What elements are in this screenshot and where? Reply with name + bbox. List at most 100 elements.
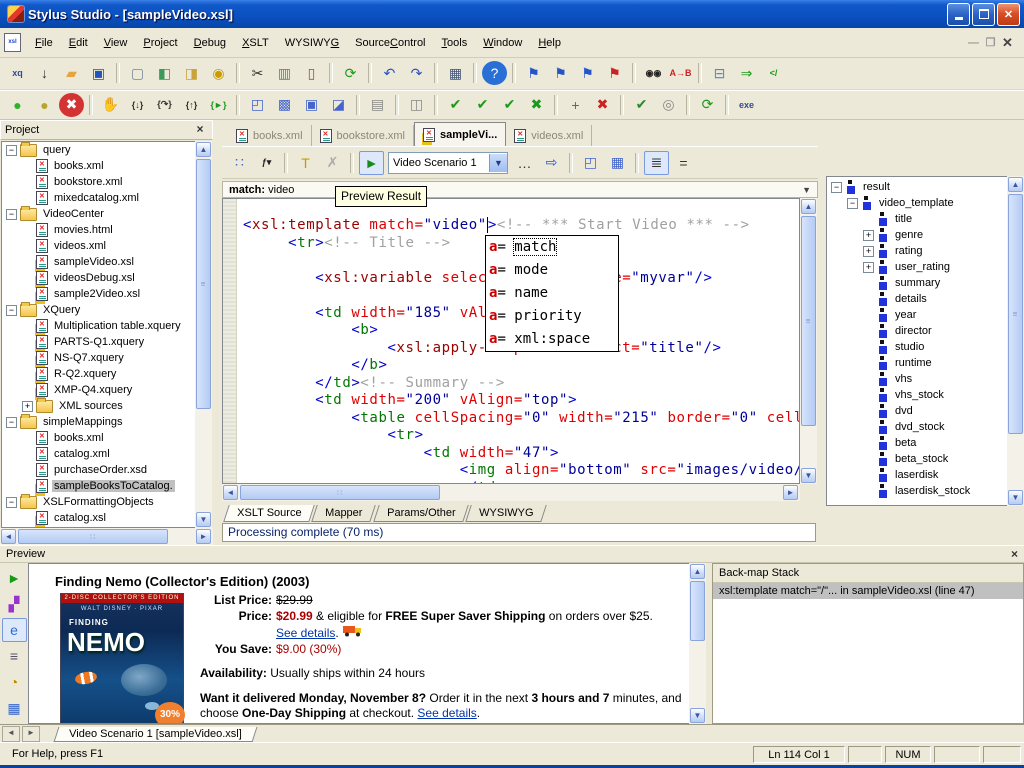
text-preview-icon[interactable]: ≡	[2, 644, 27, 668]
copy-icon[interactable]: ▥	[272, 61, 297, 85]
tree-row[interactable]: vhs	[827, 371, 1007, 387]
tree-row[interactable]: Multiplication table.xquery	[2, 318, 195, 334]
tree-row[interactable]: dvd	[827, 403, 1007, 419]
tree-row[interactable]: NS-Q7.xquery	[2, 350, 195, 366]
collapse-icon[interactable]: −	[6, 145, 17, 156]
tree-item-label[interactable]: XQuery	[41, 304, 82, 316]
tree-row[interactable]: studio	[827, 339, 1007, 355]
mapper-icon[interactable]: ▞	[2, 592, 27, 616]
see-details-link[interactable]: See details	[276, 626, 335, 640]
tree-item-label[interactable]: NS-Q7.xquery	[52, 352, 126, 364]
equal-lines-icon[interactable]: =	[671, 151, 696, 175]
editor-tab-books-xml[interactable]: books.xml	[228, 125, 312, 146]
tree-item-label[interactable]: laserdisk_stock	[893, 485, 972, 497]
browse-scenario-button[interactable]: …	[512, 151, 537, 175]
tree-item-label[interactable]: dvd_stock	[893, 421, 947, 433]
tree-item-label[interactable]: rating	[893, 245, 925, 257]
refresh-icon[interactable]: ⟳	[338, 61, 363, 85]
tree-item-label[interactable]: bookstore.xml	[52, 176, 124, 188]
tree-row[interactable]: −video_template	[827, 195, 1007, 211]
tree-item-label[interactable]: purchaseOrder.xsd	[52, 464, 149, 476]
autocomplete-item[interactable]: a= name	[486, 282, 618, 305]
template-match-bar[interactable]: match: video ▼	[222, 181, 818, 198]
tree-item-label[interactable]: catalog.xml	[52, 448, 112, 460]
save-icon[interactable]: ▣	[86, 61, 111, 85]
tree-row[interactable]: director	[827, 323, 1007, 339]
menu-project[interactable]: Project	[135, 34, 185, 52]
comment-icon[interactable]: ⊟	[707, 61, 732, 85]
tree-item-label[interactable]: dvd	[893, 405, 915, 417]
delete-icon[interactable]: ✖	[590, 93, 615, 117]
flag-next-icon[interactable]: ⚑	[548, 61, 573, 85]
validate-icon[interactable]: ✔	[443, 93, 468, 117]
page-import-icon[interactable]: ◧	[152, 61, 177, 85]
tree-item-label[interactable]: vhs_stock	[893, 389, 946, 401]
add-icon[interactable]: +	[563, 93, 588, 117]
tree-row[interactable]: −XQuery	[2, 302, 195, 318]
expand-icon[interactable]: +	[863, 262, 874, 273]
copy-page-icon[interactable]: ▢	[125, 61, 150, 85]
tree-item-label[interactable]: genre	[893, 229, 925, 241]
tree-item-label[interactable]: result	[861, 181, 892, 193]
cut-icon[interactable]: ✂	[245, 61, 270, 85]
tree-row[interactable]: + rating	[827, 243, 1007, 259]
tree-item-label[interactable]: beta	[893, 437, 918, 449]
paste-icon[interactable]: ▯	[299, 61, 324, 85]
menu-help[interactable]: Help	[530, 34, 569, 52]
autocomplete-item[interactable]: a= xml:space	[486, 328, 618, 351]
editor-tab-bookstore-xml[interactable]: bookstore.xml	[312, 125, 414, 146]
menu-wysiwyg[interactable]: WYSIWYG	[277, 34, 347, 52]
tree-item-label[interactable]: user_rating	[893, 261, 952, 273]
find-icon[interactable]: ◉◉	[641, 61, 666, 85]
backmap-entry[interactable]: xsl:template match="/"... in sampleVideo…	[713, 583, 1023, 599]
tree-row[interactable]: beta	[827, 435, 1007, 451]
tree-row[interactable]: −XSLFormattingObjects	[2, 494, 195, 510]
tree-item-label[interactable]: R-Q2.xquery	[52, 368, 118, 380]
end-tag-icon[interactable]: </	[761, 61, 786, 85]
break-icon[interactable]: ✋	[98, 93, 123, 117]
tree-row[interactable]: books.xml	[2, 430, 195, 446]
open-in-window-icon[interactable]: ⇨	[539, 151, 564, 175]
expand-icon[interactable]: +	[863, 246, 874, 257]
tree-row[interactable]: laserdisk_stock	[827, 483, 1007, 499]
menu-window[interactable]: Window	[475, 34, 530, 52]
editor-tab-samplevi-[interactable]: sampleVi...	[414, 122, 506, 146]
download-document-icon[interactable]: ↓	[32, 61, 57, 85]
tree-row[interactable]: sampleVideo.xsl	[2, 254, 195, 270]
function-menu-icon[interactable]: ƒ▾	[254, 151, 279, 175]
tree-item-label[interactable]: director	[893, 325, 934, 337]
tree-item-label[interactable]: details	[893, 293, 929, 305]
preview-result-button[interactable]: ►	[359, 151, 384, 175]
tree-item-label[interactable]: sample2Video.xsl	[52, 288, 142, 300]
view-tab-wysiwyg[interactable]: WYSIWYG	[465, 505, 547, 522]
project-horizontal-scrollbar[interactable]: ◄ ∷ ►	[0, 528, 213, 545]
flag-toggle-icon[interactable]: ⚑	[575, 61, 600, 85]
tree-item-label[interactable]: vhs	[893, 373, 914, 385]
doc-find-icon[interactable]: ◎	[656, 93, 681, 117]
debug-pause-icon[interactable]: ●	[32, 93, 57, 117]
editor-tab-videos-xml[interactable]: videos.xml	[506, 125, 592, 146]
debug-run-icon[interactable]: ●	[5, 93, 30, 117]
tree-row[interactable]: year	[827, 307, 1007, 323]
tree-row[interactable]: purchaseOrder.xsd	[2, 462, 195, 478]
menu-view[interactable]: View	[96, 34, 136, 52]
tree-item-label[interactable]: laserdisk	[893, 469, 940, 481]
tree-item-label[interactable]: books.xml	[52, 432, 106, 444]
editor-vertical-scrollbar[interactable]: ▲ ≡ ▼	[800, 198, 817, 484]
lock-icon[interactable]: ◉	[206, 61, 231, 85]
scenario-combobox[interactable]: Video Scenario 1 ▼	[388, 152, 508, 174]
tree-item-label[interactable]: videosDebug.xsl	[52, 272, 137, 284]
match-dropdown-icon[interactable]: ▼	[802, 185, 811, 195]
open-folder-icon[interactable]: ▰	[59, 61, 84, 85]
window-theme-icon[interactable]: ▩	[272, 93, 297, 117]
tree-item-label[interactable]: year	[893, 309, 918, 321]
preview-close-button[interactable]: ×	[1011, 547, 1018, 561]
save-grid-icon[interactable]: ▦	[2, 696, 27, 720]
tree-row[interactable]: movies.html	[2, 222, 195, 238]
tree-row[interactable]: books.xml	[2, 158, 195, 174]
tree-row[interactable]: details	[827, 291, 1007, 307]
project-vertical-scrollbar[interactable]: ▲ ≡ ▼	[195, 141, 212, 528]
preview-window-icon[interactable]: ◰	[245, 93, 270, 117]
tree-row[interactable]: dvd_stock	[827, 419, 1007, 435]
mapper-window-icon[interactable]: ▦	[605, 151, 630, 175]
